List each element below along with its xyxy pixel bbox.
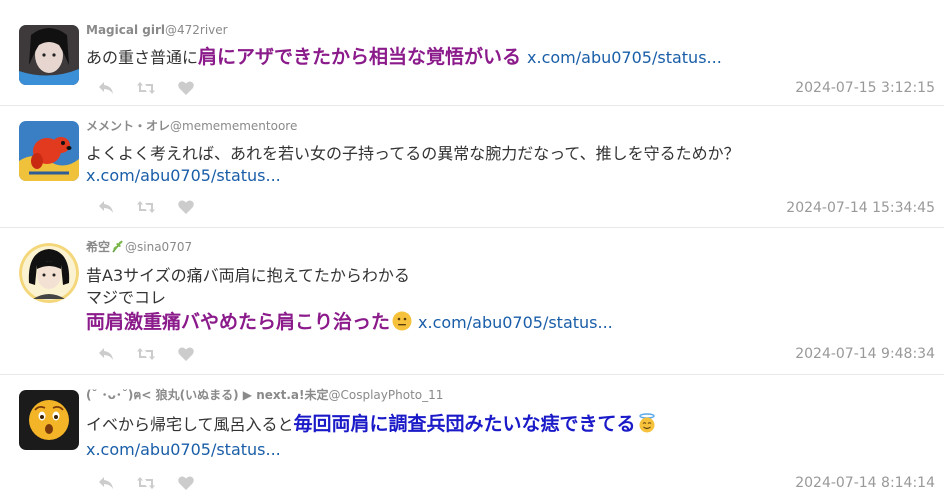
status-link[interactable]: x.com/abu0705/status... [527, 48, 722, 67]
text-segment: よくよく考えれば、あれを若い女の子持ってるの異常な腕力だなって、推しを守るためか… [86, 144, 740, 163]
smiling-face-with-halo-emoji [638, 413, 656, 439]
tweet-actions [96, 79, 216, 97]
reply-icon[interactable] [96, 198, 116, 216]
author-handle[interactable]: @mememementoore [170, 119, 297, 133]
author-handle[interactable]: @sina0707 [125, 240, 192, 254]
tweet-item: メメント・オレ@mememementoore よくよく考えれば、あれを若い女の子… [0, 106, 944, 228]
avatar[interactable] [19, 121, 79, 181]
retweet-icon[interactable] [136, 474, 156, 492]
text-segment: イベから帰宅して風呂入ると [86, 415, 294, 434]
author-line: 希空 @sina0707 [86, 239, 192, 257]
reply-icon[interactable] [96, 79, 116, 97]
like-icon[interactable] [176, 345, 196, 363]
status-link[interactable]: x.com/abu0705/status... [418, 313, 613, 332]
tweet-text: よくよく考えれば、あれを若い女の子持ってるの異常な腕力だなって、推しを守るためか… [86, 143, 934, 187]
highlight-text: 毎回両肩に調査兵団みたいな痣できてる [293, 413, 636, 435]
author-name[interactable]: (˘ ･ᴗ･˘)ฅ< 狼丸(いぬまる) ▶ next.a!未定 [86, 388, 329, 402]
retweet-icon[interactable] [136, 79, 156, 97]
neutral-face-emoji [392, 311, 412, 337]
tweet-item: Magical girl@472river あの重さ普通に肩にアザできたから相当… [0, 0, 944, 106]
status-link[interactable]: x.com/abu0705/status... [86, 166, 281, 185]
author-name[interactable]: メメント・オレ [86, 119, 170, 133]
reply-icon[interactable] [96, 345, 116, 363]
tweet-item: (˘ ･ᴗ･˘)ฅ< 狼丸(いぬまる) ▶ next.a!未定@CosplayP… [0, 375, 944, 504]
timestamp[interactable]: 2024-07-15 3:12:15 [795, 80, 935, 96]
timestamp[interactable]: 2024-07-14 9:48:34 [795, 346, 935, 362]
author-handle[interactable]: @CosplayPhoto_11 [329, 388, 444, 402]
reply-icon[interactable] [96, 474, 116, 492]
avatar[interactable] [19, 25, 79, 85]
like-icon[interactable] [176, 79, 196, 97]
tweet-text: あの重さ普通に肩にアザできたから相当な覚悟がいる x.com/abu0705/st… [86, 46, 934, 69]
avatar[interactable] [19, 390, 79, 450]
author-handle[interactable]: @472river [165, 23, 228, 37]
highlight-text: 両肩激重痛バやめたら肩こり治った [86, 311, 391, 333]
text-segment: あの重さ普通に [86, 48, 199, 67]
like-icon[interactable] [176, 474, 196, 492]
author-name[interactable]: Magical girl [86, 23, 165, 37]
timestamp[interactable]: 2024-07-14 15:34:45 [786, 200, 935, 216]
status-link[interactable]: x.com/abu0705/status... [86, 440, 281, 459]
tweet-actions [96, 474, 216, 492]
like-icon[interactable] [176, 198, 196, 216]
tweet-text: イベから帰宅して風呂入ると毎回両肩に調査兵団みたいな痣できてる x.com/ab… [86, 413, 934, 461]
tweet-actions [96, 198, 216, 216]
author-line: メメント・オレ@mememementoore [86, 118, 297, 134]
highlight-text: 肩にアザできたから相当な覚悟がいる [198, 46, 522, 68]
tweet-item: 希空 @sina0707 昔A3サイズの痛バ両肩に抱えてたからわかる マジでコレ … [0, 228, 944, 375]
tweet-feed: Magical girl@472river あの重さ普通に肩にアザできたから相当… [0, 0, 944, 504]
author-name[interactable]: 希空 [86, 240, 110, 254]
avatar[interactable] [19, 243, 79, 303]
author-line: (˘ ･ᴗ･˘)ฅ< 狼丸(いぬまる) ▶ next.a!未定@CosplayP… [86, 387, 443, 403]
text-segment: 昔A3サイズの痛バ両肩に抱えてたからわかる [86, 266, 410, 285]
herb-emoji [111, 240, 124, 257]
retweet-icon[interactable] [136, 345, 156, 363]
author-line: Magical girl@472river [86, 22, 228, 38]
tweet-text: 昔A3サイズの痛バ両肩に抱えてたからわかる マジでコレ 両肩激重痛バやめたら肩こ… [86, 265, 934, 337]
retweet-icon[interactable] [136, 198, 156, 216]
tweet-actions [96, 345, 216, 363]
timestamp[interactable]: 2024-07-14 8:14:14 [795, 475, 935, 491]
text-segment: マジでコレ [86, 288, 167, 307]
